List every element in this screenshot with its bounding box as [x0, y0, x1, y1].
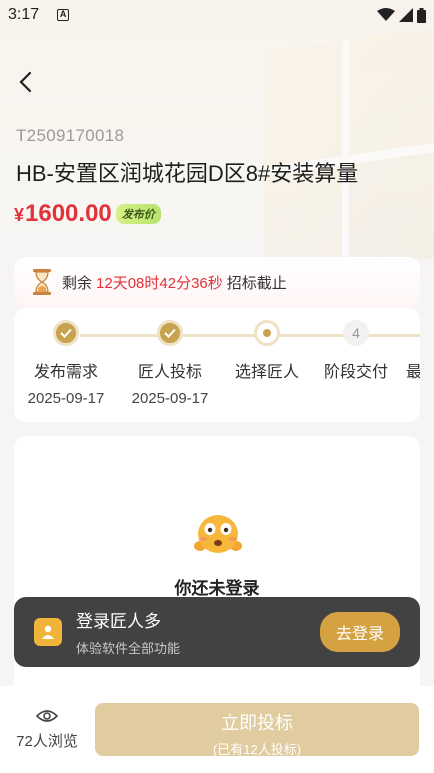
status-time: 3:17: [8, 6, 40, 23]
step-label: 选择匠人: [234, 364, 299, 381]
views-label: 72人浏览: [16, 733, 78, 750]
notification-icon: A: [57, 9, 70, 21]
step-item: 选择匠人: [217, 320, 317, 382]
step-item: 发布需求 2025-09-17: [16, 320, 116, 407]
step-label: 发布需求: [33, 364, 98, 381]
current-step-icon: [254, 320, 280, 346]
price-currency: ¥: [14, 205, 25, 225]
not-logged-in-text: 你还未登录: [174, 579, 260, 598]
toast-title: 登录匠人多: [76, 612, 161, 631]
eye-icon: [36, 710, 58, 722]
header-background: [0, 0, 434, 300]
battery-icon: [417, 7, 426, 23]
user-icon: [34, 618, 62, 646]
step-label: 阶段交付: [323, 364, 388, 381]
step-date: 2025-09-17: [131, 390, 209, 407]
price-value: 1600.00: [25, 200, 112, 227]
countdown-remaining: 12天08时42分36秒: [96, 274, 223, 292]
countdown-prefix: 剩余: [62, 274, 93, 292]
step-item: 4 阶段交付: [306, 320, 406, 382]
task-title: HB-安置区润城花园D区8#安装算量: [16, 161, 359, 186]
countdown-suffix: 招标截止: [226, 274, 287, 292]
price: ¥1600.00: [14, 200, 112, 228]
views-count[interactable]: 72人浏览: [12, 708, 82, 751]
back-button[interactable]: [18, 70, 38, 94]
toast-subtitle: 体验软件全部功能: [76, 641, 181, 656]
step-item: 匠人投标 2025-09-17: [120, 320, 220, 407]
step-label: 匠人投标: [137, 364, 202, 381]
bid-now-button[interactable]: 立即投标 (已有12人投标): [95, 703, 419, 757]
chevron-left-icon: [19, 71, 32, 93]
step-number: 4: [343, 320, 369, 346]
login-toast: 登录匠人多 体验软件全部功能 去登录: [14, 597, 420, 667]
login-button[interactable]: 去登录: [319, 612, 400, 652]
step-date: 2025-09-17: [27, 390, 105, 407]
check-icon: [157, 320, 183, 346]
signal-icon: [399, 8, 413, 22]
price-tag-badge: 发布价: [115, 204, 161, 224]
countdown-bar: 剩余 12天08时42分36秒 招标截止: [14, 257, 420, 307]
bottom-bar: 72人浏览 立即投标 (已有12人投标): [0, 686, 434, 773]
task-number: T2509170018: [16, 126, 125, 145]
window-light-decoration: [264, 28, 434, 282]
step-label: 最: [406, 364, 420, 381]
progress-steps: 发布需求 2025-09-17 匠人投标 2025-09-17 选择匠人 4 阶…: [14, 308, 420, 422]
price-row: ¥1600.00 发布价: [14, 200, 161, 228]
check-icon: [53, 320, 79, 346]
status-bar: 3:17 A: [0, 0, 434, 30]
flushed-face-icon: [194, 515, 242, 553]
wifi-icon: [377, 8, 395, 21]
bid-label: 立即投标: [221, 713, 293, 733]
hourglass-icon: [33, 269, 51, 295]
bid-count: (已有12人投标): [212, 742, 302, 757]
status-icons: [377, 7, 426, 23]
step-item: 最: [406, 320, 420, 382]
